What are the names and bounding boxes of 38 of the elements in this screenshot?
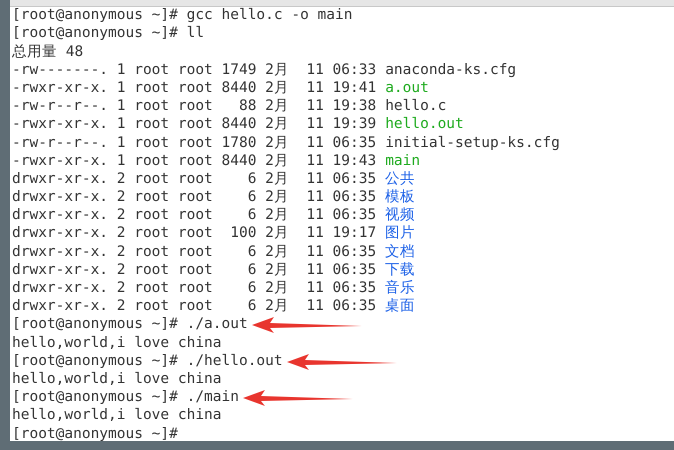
command-line: [root@anonymous ~]# [12,424,178,444]
file-info: -rw-r--r--. 1 root root 88 2月 11 19:38 [12,97,376,116]
file-name: 下载 [385,260,416,280]
file-info: -rwxr-xr-x. 1 root root 8440 2月 11 19:39 [12,115,376,134]
output-line: hello,world,i love china [12,370,222,389]
file-info: drwxr-xr-x. 2 root root 6 2月 11 06:35 [12,170,376,189]
file-name: main [385,152,420,171]
file-info: drwxr-xr-x. 2 root root 6 2月 11 06:35 [12,188,376,208]
file-info: -rwxr-xr-x. 1 root root 8440 2月 11 19:41 [12,78,376,98]
command-line: [root@anonymous ~]# ./main [12,388,239,408]
file-name: hello.out [385,115,464,134]
file-info: -rw-------. 1 root root 1749 2月 11 06:33 [12,60,376,80]
file-name: hello.c [385,97,446,116]
file-name: 公共 [385,170,416,189]
file-info: drwxr-xr-x. 2 root root 6 2月 11 06:35 [12,297,376,316]
file-name: anaconda-ks.cfg [385,60,516,80]
file-name: 桌面 [385,297,416,316]
command-line: [root@anonymous ~]# ./a.out [12,315,248,334]
file-name: initial-setup-ks.cfg [385,134,560,153]
file-info: -rwxr-xr-x. 1 root root 8440 2月 11 19:43 [12,152,376,171]
output-line: 总用量 48 [12,42,84,62]
file-name: 音乐 [385,278,416,298]
command-line: [root@anonymous ~]# ll [12,24,204,44]
file-name: a.out [385,78,429,98]
file-name: 图片 [385,224,416,244]
file-info: drwxr-xr-x. 2 root root 6 2月 11 06:35 [12,206,376,226]
output-line: hello,world,i love china [12,406,222,426]
file-info: drwxr-xr-x. 2 root root 100 2月 11 19:17 [12,224,376,244]
file-name: 文档 [385,242,416,262]
file-info: drwxr-xr-x. 2 root root 6 2月 11 06:35 [12,279,376,298]
command-line: [root@anonymous ~]# ./hello.out [12,352,283,371]
output-line: hello,world,i love china [12,334,222,353]
file-name: 视频 [385,206,416,225]
command-line: [root@anonymous ~]# gcc hello.c -o main [12,6,352,26]
file-name: 模板 [385,188,416,207]
file-info: drwxr-xr-x. 2 root root 6 2月 11 06:35 [12,242,376,262]
file-info: -rw-r--r--. 1 root root 1780 2月 11 06:35 [12,134,376,153]
file-info: drwxr-xr-x. 2 root root 6 2月 11 06:35 [12,260,376,280]
